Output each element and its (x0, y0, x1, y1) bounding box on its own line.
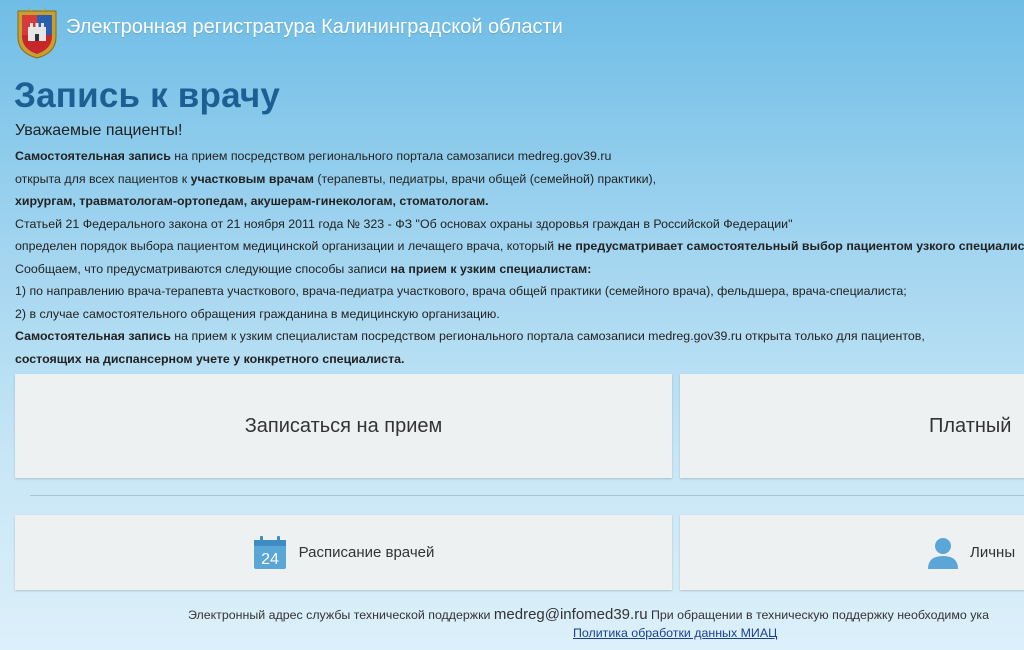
doctor-schedule-label: Расписание врачей (298, 544, 435, 561)
personal-account-button[interactable]: Личны (680, 515, 1024, 590)
notice-line-3: хирургам, травматологам-ортопедам, акуше… (15, 194, 489, 208)
page-title: Запись к врачу (14, 76, 281, 115)
paid-services-button[interactable]: Платный (680, 374, 1024, 478)
notice-line-7: 1) по направлению врача-терапевта участк… (15, 284, 907, 298)
notice-line-10: состоящих на диспансерном учете у конкре… (15, 351, 405, 366)
notice-line-8: 2) в случае самостоятельного обращения г… (15, 306, 500, 321)
book-appointment-label: Записаться на прием (244, 414, 443, 437)
notice-line-5: определен порядок выбора пациентом медиц… (15, 239, 1024, 253)
support-email: medreg@infomed39.ru (493, 606, 648, 623)
header: Электронная регистратура Калининградской… (0, 0, 1024, 62)
notice-line-9: Самостоятельная запись на прием к узким … (15, 329, 925, 343)
support-info: Электронный адрес службы технической под… (188, 606, 989, 623)
notice-text: Самостоятельная запись на прием посредст… (15, 145, 1024, 370)
user-icon (928, 537, 958, 569)
data-policy-link[interactable]: Политика обработки данных МИАЦ (573, 626, 777, 640)
notice-line-6: Сообщаем, что предусматриваются следующи… (15, 261, 592, 276)
calendar-icon: 24 (253, 535, 286, 569)
notice-line-2: открыта для всех пациентов к участковым … (15, 171, 657, 186)
notice-line-4: Статьей 21 Федерального закона от 21 ноя… (15, 216, 793, 231)
coat-of-arms-icon (17, 7, 57, 59)
notice-line-1: Самостоятельная запись на прием посредст… (15, 149, 612, 163)
page-subtitle: Уважаемые пациенты! (15, 122, 183, 139)
doctor-schedule-button[interactable]: 24 Расписание врачей (15, 515, 672, 590)
divider (30, 495, 1024, 496)
paid-services-label: Платный (929, 414, 1012, 437)
book-appointment-button[interactable]: Записаться на прием (15, 374, 672, 478)
site-title: Электронная регистратура Калининградской… (66, 16, 563, 38)
calendar-day: 24 (261, 551, 279, 568)
personal-account-label: Личны (970, 544, 1016, 561)
